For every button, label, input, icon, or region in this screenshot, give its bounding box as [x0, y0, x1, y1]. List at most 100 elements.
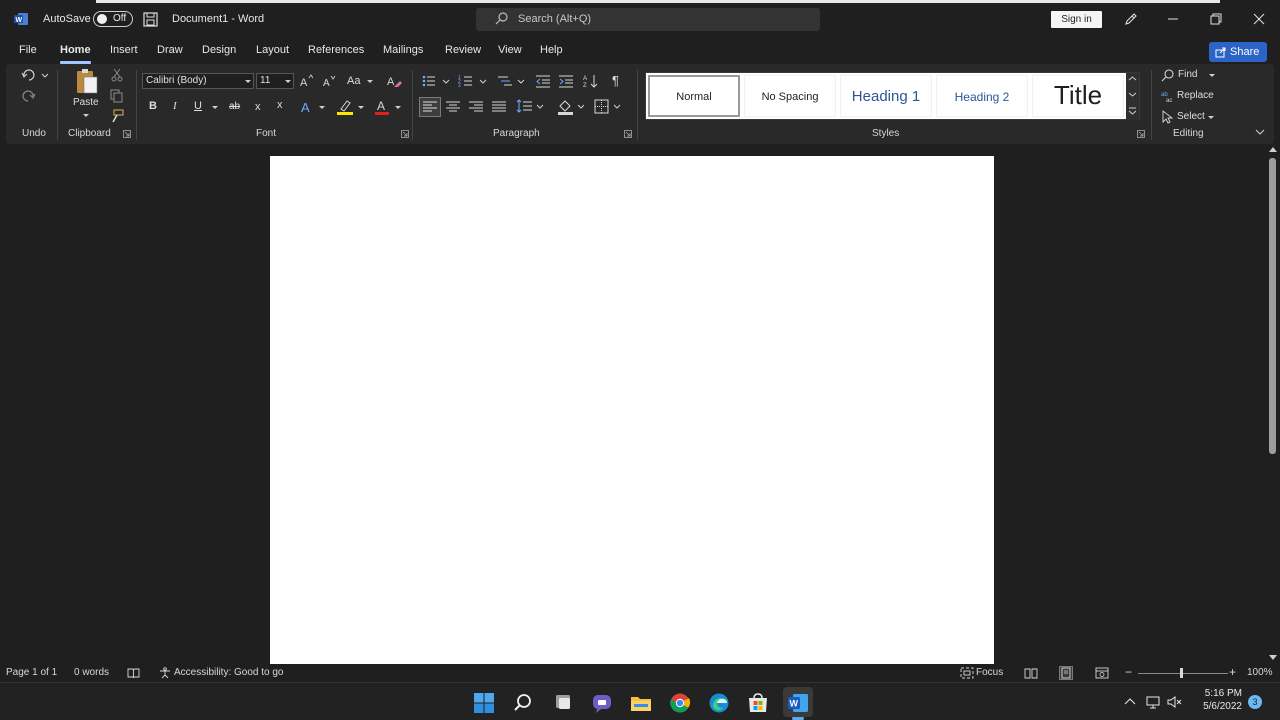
bullets-icon[interactable]: [421, 74, 451, 88]
paste-dropdown-caret[interactable]: [83, 114, 89, 117]
underline-button[interactable]: U: [194, 100, 202, 112]
copy-icon[interactable]: [110, 89, 124, 103]
grow-font-icon[interactable]: A: [299, 74, 313, 88]
styles-scroll[interactable]: [1126, 73, 1139, 120]
subscript-button[interactable]: x: [255, 101, 261, 113]
focus-button[interactable]: Focus: [976, 667, 1003, 678]
highlight-icon[interactable]: [336, 98, 354, 116]
taskbar-search-icon[interactable]: [512, 692, 534, 714]
paste-label[interactable]: Paste: [73, 97, 99, 108]
paste-icon[interactable]: [73, 68, 101, 98]
tab-draw[interactable]: Draw: [157, 44, 183, 56]
tab-references[interactable]: References: [308, 44, 364, 56]
style-normal[interactable]: Normal: [648, 75, 740, 117]
shrink-font-icon[interactable]: A: [322, 74, 336, 88]
tab-design[interactable]: Design: [202, 44, 236, 56]
show-formatting-marks-icon[interactable]: ¶: [612, 73, 619, 88]
tab-view[interactable]: View: [498, 44, 522, 56]
undo-icon[interactable]: [20, 68, 50, 82]
decrease-indent-icon[interactable]: [535, 74, 551, 88]
microsoft-store-icon[interactable]: [747, 692, 769, 714]
tab-review[interactable]: Review: [445, 44, 481, 56]
web-layout-icon[interactable]: [1095, 667, 1109, 679]
print-layout-icon[interactable]: [1059, 666, 1073, 680]
clipboard-launcher-icon[interactable]: [123, 130, 131, 138]
redo-icon[interactable]: [20, 89, 38, 103]
save-icon[interactable]: [143, 12, 158, 27]
clear-formatting-icon[interactable]: A: [386, 73, 402, 89]
cut-icon[interactable]: [110, 68, 124, 82]
font-name-dropdown[interactable]: Calibri (Body): [142, 73, 254, 89]
word-taskbar-icon[interactable]: W: [787, 692, 809, 714]
accessibility-status[interactable]: Accessibility: Good to go: [174, 667, 284, 678]
multilevel-list-icon[interactable]: [496, 74, 526, 88]
line-spacing-icon[interactable]: [516, 99, 546, 115]
restore-icon[interactable]: [1207, 10, 1225, 28]
style-no-spacing[interactable]: No Spacing: [744, 75, 836, 117]
style-title[interactable]: Title: [1032, 75, 1124, 117]
style-heading-1[interactable]: Heading 1: [840, 75, 932, 117]
format-painter-icon[interactable]: [110, 109, 124, 123]
text-effects-icon[interactable]: A: [300, 99, 316, 115]
edge-icon[interactable]: [708, 692, 730, 714]
read-mode-icon[interactable]: [1024, 667, 1038, 679]
scroll-down-icon[interactable]: [1269, 653, 1277, 661]
tab-help[interactable]: Help: [540, 44, 563, 56]
vertical-scrollbar[interactable]: [1266, 144, 1280, 664]
file-explorer-icon[interactable]: [630, 692, 652, 714]
find-button[interactable]: Find: [1178, 69, 1197, 80]
bold-button[interactable]: B: [149, 100, 157, 112]
replace-button[interactable]: Replace: [1177, 90, 1214, 101]
task-view-icon[interactable]: [552, 692, 574, 714]
font-launcher-icon[interactable]: [401, 130, 409, 138]
hidden-icons-chevron-icon[interactable]: [1124, 697, 1136, 707]
chrome-icon[interactable]: [669, 692, 691, 714]
zoom-in-icon[interactable]: +: [1229, 665, 1236, 679]
share-button[interactable]: Share: [1209, 42, 1267, 62]
superscript-button[interactable]: x: [277, 99, 283, 111]
zoom-slider-track[interactable]: [1138, 673, 1228, 674]
tab-mailings[interactable]: Mailings: [383, 44, 423, 56]
zoom-level[interactable]: 100%: [1247, 667, 1273, 678]
volume-muted-icon[interactable]: [1167, 695, 1183, 709]
align-center-icon[interactable]: [446, 100, 460, 114]
tab-home[interactable]: Home: [60, 44, 91, 64]
style-heading-2[interactable]: Heading 2: [936, 75, 1028, 117]
sign-in-button[interactable]: Sign in: [1051, 11, 1102, 28]
italic-button[interactable]: I: [173, 100, 177, 112]
align-right-icon[interactable]: [469, 100, 483, 114]
proofing-book-icon[interactable]: [127, 667, 140, 679]
page-count[interactable]: Page 1 of 1: [6, 667, 57, 678]
collapse-ribbon-icon[interactable]: [1254, 127, 1266, 137]
minimize-icon[interactable]: [1164, 10, 1182, 28]
justify-icon[interactable]: [492, 100, 506, 114]
tab-insert[interactable]: Insert: [110, 44, 138, 56]
tab-layout[interactable]: Layout: [256, 44, 289, 56]
strikethrough-button[interactable]: ab: [229, 101, 240, 112]
teams-chat-icon[interactable]: [591, 692, 613, 714]
sort-icon[interactable]: AZ: [583, 73, 599, 89]
zoom-out-icon[interactable]: −: [1125, 665, 1132, 679]
numbering-icon[interactable]: 1 2 3: [458, 74, 488, 88]
shading-icon[interactable]: [557, 98, 587, 116]
pen-icon[interactable]: [1123, 11, 1139, 27]
styles-launcher-icon[interactable]: [1137, 130, 1145, 138]
change-case-button[interactable]: Aa: [347, 75, 360, 87]
windows-start-icon[interactable]: [473, 692, 495, 714]
document-page[interactable]: [270, 156, 994, 664]
system-clock[interactable]: 5:16 PM 5/6/2022: [1192, 688, 1242, 712]
paragraph-launcher-icon[interactable]: [624, 130, 632, 138]
increase-indent-icon[interactable]: [558, 74, 574, 88]
tab-file[interactable]: File: [19, 44, 37, 56]
word-count[interactable]: 0 words: [74, 667, 109, 678]
zoom-slider-thumb[interactable]: [1180, 668, 1183, 678]
notification-badge[interactable]: 3: [1248, 695, 1262, 709]
autosave-toggle[interactable]: Off: [93, 11, 133, 27]
align-left-icon[interactable]: [419, 97, 441, 117]
search-box[interactable]: Search (Alt+Q): [476, 8, 820, 31]
network-icon[interactable]: [1146, 695, 1162, 709]
font-color-icon[interactable]: A: [374, 98, 390, 116]
scroll-up-icon[interactable]: [1269, 146, 1277, 154]
select-button[interactable]: Select: [1177, 111, 1205, 122]
scrollbar-thumb[interactable]: [1269, 158, 1276, 454]
